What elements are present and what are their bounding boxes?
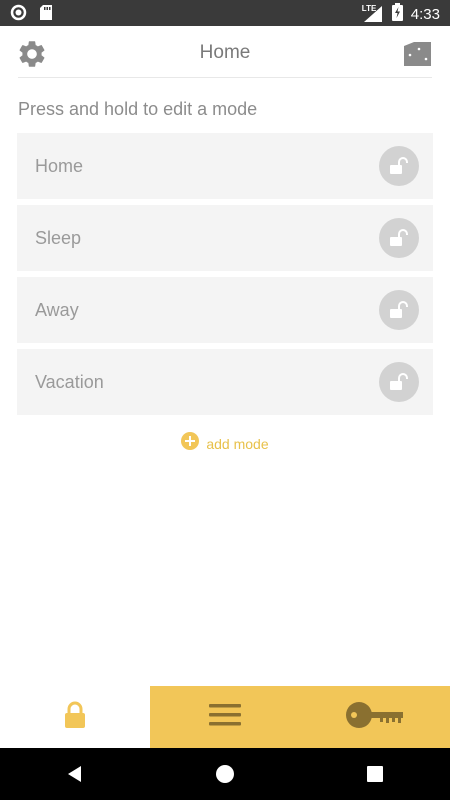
- page-title: Home: [199, 42, 251, 63]
- mode-label: Away: [35, 300, 79, 320]
- add-mode-button[interactable]: add mode: [0, 432, 450, 455]
- mode-label: Home: [35, 156, 84, 176]
- unlocked-icon[interactable]: [379, 290, 419, 330]
- mode-item-vacation[interactable]: Vacation: [17, 349, 433, 415]
- unlocked-icon[interactable]: [379, 218, 419, 258]
- tab-menu[interactable]: [150, 686, 300, 748]
- battery-charging-icon: [391, 3, 403, 25]
- status-bar: LTE 4:33: [0, 0, 450, 26]
- mode-label: Sleep: [35, 228, 82, 248]
- mode-list: Home Sleep Away Vacation: [17, 133, 433, 421]
- network-label: LTE: [361, 4, 377, 13]
- nav-bar: [0, 748, 450, 800]
- mode-item-away[interactable]: Away: [17, 277, 433, 343]
- add-mode-label: add mode: [206, 435, 269, 452]
- instruction-text: Press and hold to edit a mode: [18, 99, 258, 119]
- mode-label: Vacation: [35, 372, 104, 392]
- mode-item-sleep[interactable]: Sleep: [17, 205, 433, 271]
- signal-icon: LTE: [361, 4, 384, 23]
- status-time: 4:33: [410, 5, 440, 23]
- mode-item-home[interactable]: Home: [17, 133, 433, 199]
- status-right: LTE 4:33: [362, 3, 440, 25]
- back-icon[interactable]: [45, 748, 105, 800]
- sd-card-icon: [39, 4, 53, 26]
- unlocked-icon[interactable]: [379, 146, 419, 186]
- plus-circle-icon: [181, 432, 200, 455]
- menu-icon: [208, 703, 242, 732]
- lock-icon: [63, 701, 87, 734]
- home-icon[interactable]: [195, 748, 255, 800]
- tab-key[interactable]: [300, 686, 450, 748]
- tab-lock[interactable]: [0, 686, 150, 748]
- status-left: [10, 4, 53, 26]
- circle-notification-icon: [10, 4, 27, 26]
- recents-icon[interactable]: [345, 748, 405, 800]
- tab-bar: [0, 686, 450, 748]
- key-icon: [346, 701, 404, 734]
- header-divider: [18, 77, 432, 78]
- header: Home: [0, 26, 450, 80]
- unlocked-icon[interactable]: [379, 362, 419, 402]
- door-icon[interactable]: [402, 38, 434, 70]
